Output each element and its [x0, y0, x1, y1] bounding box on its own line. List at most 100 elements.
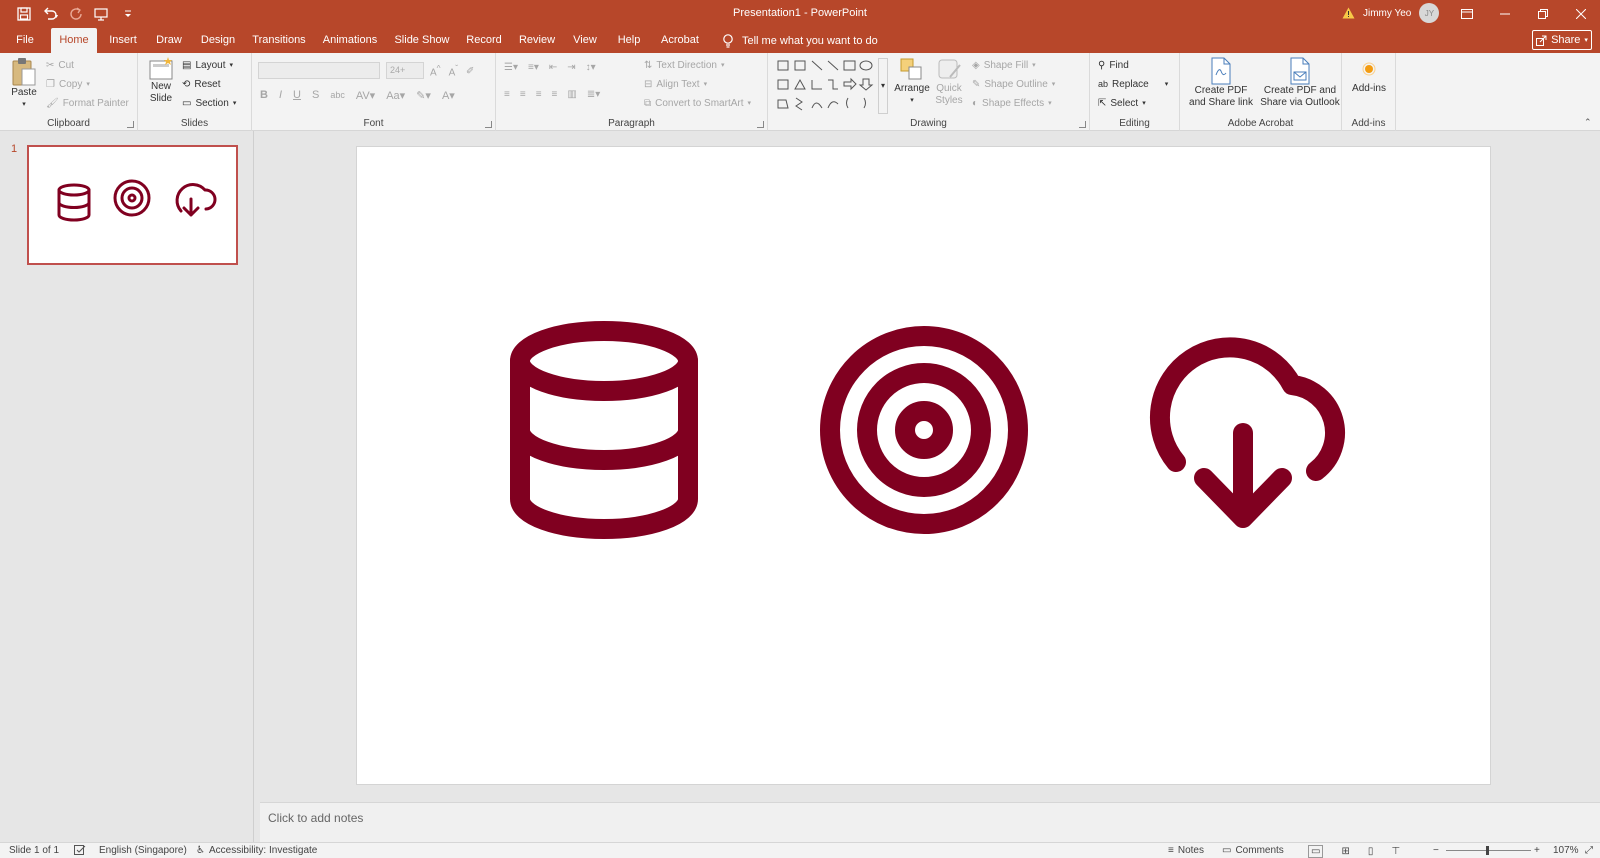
minimize-icon[interactable] [1486, 0, 1524, 28]
tab-help[interactable]: Help [611, 28, 647, 53]
notes-toggle-button[interactable]: ≡ Notes [1168, 845, 1204, 856]
new-slide-button[interactable]: New Slide [144, 57, 178, 105]
align-right-icon[interactable]: ≡ [536, 89, 542, 100]
clear-formatting-icon[interactable]: ✐ [466, 66, 474, 77]
tab-home[interactable]: Home [51, 28, 97, 53]
select-button[interactable]: ⇱ Select ▾ [1098, 95, 1146, 111]
shadow-icon[interactable]: S [312, 89, 319, 101]
arrange-button[interactable]: Arrange ▾ [894, 57, 930, 107]
layout-button[interactable]: ▤ Layout ▾ [182, 57, 233, 73]
tab-design[interactable]: Design [196, 28, 240, 53]
restore-icon[interactable] [1524, 0, 1562, 28]
change-case-icon[interactable]: Aa▾ [386, 89, 405, 102]
character-spacing-icon[interactable]: AV▾ [356, 89, 375, 102]
italic-icon[interactable]: I [279, 89, 282, 101]
align-center-icon[interactable]: ≡ [520, 89, 526, 100]
create-pdf-share-outlook-button[interactable]: Create PDF and Share via Outlook [1260, 57, 1340, 109]
zoom-in-icon[interactable]: + [1534, 845, 1540, 856]
line-spacing-icon[interactable]: ↕▾ [586, 62, 596, 73]
addins-button[interactable]: Add-ins [1346, 59, 1392, 95]
collapse-ribbon-icon[interactable]: ⌃ [1584, 117, 1592, 128]
highlight-icon[interactable]: ✎▾ [416, 89, 431, 102]
zoom-slider-thumb[interactable] [1486, 846, 1489, 855]
tab-animations[interactable]: Animations [318, 28, 382, 53]
align-text-button[interactable]: ⊟ Align Text ▾ [644, 76, 707, 92]
shapes-gallery[interactable] [776, 58, 876, 114]
paragraph-direction-icon[interactable]: ≣▾ [587, 89, 600, 100]
shape-outline-button[interactable]: ✎ Shape Outline ▾ [972, 76, 1055, 92]
notes-pane[interactable]: Click to add notes [260, 802, 1600, 842]
start-from-beginning-icon[interactable] [92, 4, 112, 24]
zoom-slider[interactable] [1446, 846, 1531, 855]
shapes-more-icon[interactable]: ▾ [878, 58, 888, 114]
columns-icon[interactable]: ▥ [567, 89, 576, 100]
shape-fill-button[interactable]: ◈ Shape Fill ▾ [972, 57, 1036, 73]
close-icon[interactable] [1562, 0, 1600, 28]
strikethrough-icon[interactable]: abc [330, 90, 345, 100]
justify-icon[interactable]: ≡ [552, 89, 558, 100]
avatar[interactable]: JY [1419, 3, 1440, 23]
convert-smartart-button[interactable]: ⧉ Convert to SmartArt ▾ [644, 95, 751, 111]
zoom-out-icon[interactable]: − [1433, 845, 1439, 856]
ribbon-display-options-icon[interactable] [1448, 0, 1486, 28]
tab-draw[interactable]: Draw [151, 28, 187, 53]
accessibility-button[interactable]: ♿ Accessibility: Investigate [196, 845, 317, 856]
section-button[interactable]: ▭ Section ▾ [182, 95, 236, 111]
tab-file[interactable]: File [8, 28, 42, 53]
format-painter-button[interactable]: 🖌 Format Painter [46, 95, 129, 111]
slideshow-view-icon[interactable]: ⊤ [1391, 846, 1400, 857]
tab-record[interactable]: Record [462, 28, 506, 53]
clipboard-dialog-launcher-icon[interactable] [127, 121, 134, 128]
cut-button[interactable]: ✂ Cut [46, 57, 74, 73]
font-size-combo[interactable]: 24+ [386, 62, 424, 79]
share-button[interactable]: Share ▾ [1532, 30, 1592, 50]
normal-view-icon[interactable]: ▭ [1308, 845, 1324, 858]
tab-review[interactable]: Review [515, 28, 559, 53]
comments-button[interactable]: ▭ Comments [1222, 845, 1284, 856]
undo-icon[interactable]: ▾ [40, 4, 60, 24]
create-pdf-share-link-button[interactable]: Create PDF and Share link [1184, 57, 1258, 109]
spelling-check-icon[interactable] [74, 845, 86, 856]
customize-qat-icon[interactable] [118, 4, 138, 24]
tab-transitions[interactable]: Transitions [249, 28, 309, 53]
reset-button[interactable]: ⟲ Reset [182, 76, 221, 92]
zoom-level[interactable]: 107% [1553, 845, 1579, 856]
underline-icon[interactable]: U [293, 89, 301, 101]
slide-sorter-view-icon[interactable]: ⊞ [1341, 846, 1349, 857]
reading-view-icon[interactable]: ▯ [1368, 846, 1374, 857]
find-button[interactable]: ⚲ Find [1098, 57, 1129, 73]
paste-button[interactable]: Paste ▾ [8, 57, 40, 111]
target-icon[interactable] [820, 326, 1028, 534]
cloud-download-icon[interactable] [1149, 337, 1345, 528]
font-color-icon[interactable]: A▾ [442, 89, 455, 102]
fit-slide-icon[interactable]: ⤢ [1585, 845, 1593, 856]
quick-styles-button[interactable]: Quick Styles [932, 57, 966, 107]
redo-icon[interactable] [66, 4, 86, 24]
slide-canvas[interactable] [356, 146, 1491, 785]
align-left-icon[interactable]: ≡ [504, 89, 510, 100]
font-dialog-launcher-icon[interactable] [485, 121, 492, 128]
numbering-icon[interactable]: ≡▾ [528, 62, 539, 73]
tab-acrobat[interactable]: Acrobat [656, 28, 704, 53]
text-direction-button[interactable]: ⇅ Text Direction ▾ [644, 57, 724, 73]
tab-slide-show[interactable]: Slide Show [391, 28, 453, 53]
copy-button[interactable]: ❐ Copy ▾ [46, 76, 90, 92]
bullets-icon[interactable]: ☰▾ [504, 62, 518, 73]
shape-effects-button[interactable]: ◐ Shape Effects ▾ [972, 95, 1052, 111]
increase-indent-icon[interactable]: ⇥ [567, 62, 575, 73]
language-indicator[interactable]: English (Singapore) [99, 845, 187, 856]
bold-icon[interactable]: B [260, 89, 268, 101]
replace-button[interactable]: ab Replace ▾ [1098, 76, 1168, 92]
increase-font-size-icon[interactable]: A^ [430, 63, 441, 78]
drawing-dialog-launcher-icon[interactable] [1079, 121, 1086, 128]
slide-thumbnail-1[interactable] [27, 145, 238, 265]
font-name-combo[interactable] [258, 62, 380, 79]
decrease-indent-icon[interactable]: ⇤ [549, 62, 557, 73]
paragraph-dialog-launcher-icon[interactable] [757, 121, 764, 128]
save-icon[interactable] [14, 4, 34, 24]
tell-me-search[interactable]: Tell me what you want to do [722, 28, 878, 53]
decrease-font-size-icon[interactable]: Aˇ [449, 63, 458, 78]
tab-view[interactable]: View [568, 28, 602, 53]
database-icon[interactable] [510, 321, 698, 539]
user-account[interactable]: Jimmy Yeo JY [1342, 3, 1440, 23]
